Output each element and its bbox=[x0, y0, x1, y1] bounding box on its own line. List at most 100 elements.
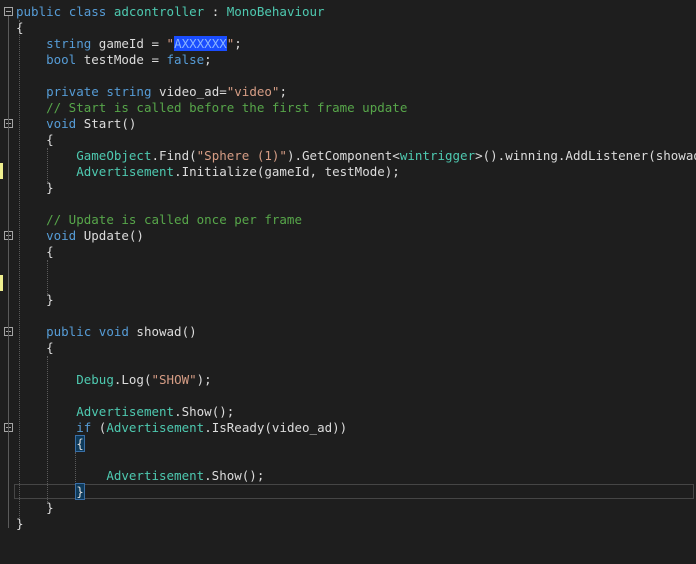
code-token: void bbox=[46, 228, 77, 243]
code-token: private bbox=[46, 84, 99, 99]
code-line[interactable]: } bbox=[16, 292, 696, 308]
code-line[interactable] bbox=[16, 276, 696, 292]
code-token: { bbox=[75, 435, 85, 452]
code-token: : bbox=[204, 4, 227, 19]
code-token: showad() bbox=[128, 324, 197, 339]
code-line[interactable]: GameObject.Find("Sphere (1)").GetCompone… bbox=[16, 148, 696, 164]
code-line[interactable]: } bbox=[16, 516, 696, 532]
code-token: Update() bbox=[76, 228, 144, 243]
code-token: "SHOW" bbox=[151, 372, 197, 387]
code-token: Advertisement bbox=[106, 468, 205, 483]
code-token: .Log( bbox=[113, 372, 152, 387]
code-token: "Sphere (1)" bbox=[196, 148, 287, 163]
redacted-text: AXXXXXX bbox=[174, 36, 227, 51]
code-line[interactable]: bool testMode = false; bbox=[16, 52, 696, 68]
code-line[interactable] bbox=[16, 388, 696, 404]
code-token: bool bbox=[46, 52, 77, 67]
code-line[interactable] bbox=[16, 452, 696, 468]
code-line[interactable]: void Start() bbox=[16, 116, 696, 132]
modified-line-marker bbox=[0, 275, 3, 291]
code-token: { bbox=[16, 340, 54, 355]
code-token: testMode = bbox=[76, 52, 167, 67]
code-token: .Find( bbox=[151, 148, 197, 163]
code-line[interactable]: Debug.Log("SHOW"); bbox=[16, 372, 696, 388]
code-line[interactable]: } bbox=[16, 180, 696, 196]
code-line[interactable]: { bbox=[16, 132, 696, 148]
code-line[interactable]: { bbox=[16, 20, 696, 36]
code-line[interactable]: // Update is called once per frame bbox=[16, 212, 696, 228]
code-token: ).GetComponent< bbox=[286, 148, 400, 163]
code-token: { bbox=[16, 132, 54, 147]
code-line[interactable]: Advertisement.Initialize(gameId, testMod… bbox=[16, 164, 696, 180]
code-token: public bbox=[16, 4, 62, 19]
code-line[interactable]: } bbox=[16, 500, 696, 516]
code-line[interactable]: } bbox=[16, 483, 696, 500]
code-token: } bbox=[16, 292, 54, 307]
code-token: adcontroller bbox=[113, 4, 205, 19]
outline-guide bbox=[8, 128, 9, 188]
code-line[interactable]: private string video_ad="video"; bbox=[16, 84, 696, 100]
code-line[interactable] bbox=[16, 308, 696, 324]
code-line[interactable]: // Start is called before the first fram… bbox=[16, 100, 696, 116]
code-token: .Initialize(gameId, testMode); bbox=[174, 164, 400, 179]
code-line[interactable]: public void showad() bbox=[16, 324, 696, 340]
code-token: } bbox=[16, 180, 54, 195]
code-line[interactable]: Advertisement.Show(); bbox=[16, 468, 696, 484]
code-editor[interactable]: public class adcontroller : MonoBehaviou… bbox=[0, 0, 696, 564]
code-token: ( bbox=[91, 420, 107, 435]
code-line[interactable]: if (Advertisement.IsReady(video_ad)) bbox=[16, 420, 696, 436]
code-token: // Start is called before the first fram… bbox=[46, 100, 408, 115]
outline-guide bbox=[8, 16, 9, 528]
code-token: .Show(); bbox=[174, 404, 235, 419]
code-token: ; bbox=[234, 36, 242, 51]
code-line[interactable]: { bbox=[16, 340, 696, 356]
code-line[interactable]: { bbox=[16, 244, 696, 260]
code-token: Advertisement bbox=[76, 164, 175, 179]
code-token: Advertisement bbox=[106, 420, 205, 435]
code-line[interactable]: void Update() bbox=[16, 228, 696, 244]
code-line[interactable] bbox=[16, 68, 696, 84]
code-token: } bbox=[16, 500, 54, 515]
code-line[interactable]: { bbox=[16, 435, 696, 452]
code-token: void bbox=[46, 116, 77, 131]
code-token: .IsReady(video_ad)) bbox=[204, 420, 348, 435]
code-token: MonoBehaviour bbox=[226, 4, 325, 19]
code-token: { bbox=[16, 20, 24, 35]
collapse-icon[interactable] bbox=[4, 7, 13, 16]
code-token: // Update is called once per frame bbox=[46, 212, 302, 227]
code-line[interactable]: string gameId = "AXXXXXX"; bbox=[16, 36, 696, 52]
code-token: string bbox=[46, 36, 92, 51]
code-token: ; bbox=[204, 52, 212, 67]
code-token: Start() bbox=[76, 116, 137, 131]
code-token: ; bbox=[279, 84, 287, 99]
code-line[interactable]: public class adcontroller : MonoBehaviou… bbox=[16, 4, 696, 20]
code-line[interactable] bbox=[16, 196, 696, 212]
modified-line-marker bbox=[0, 163, 3, 179]
code-token: >().winning.AddListener(showad); bbox=[475, 148, 696, 163]
code-line[interactable]: Advertisement.Show(); bbox=[16, 404, 696, 420]
code-token: } bbox=[75, 483, 85, 500]
code-line[interactable] bbox=[16, 356, 696, 372]
code-token: .Show(); bbox=[204, 468, 265, 483]
code-token: class bbox=[68, 4, 107, 19]
code-token: string bbox=[106, 84, 152, 99]
code-token: false bbox=[166, 52, 205, 67]
code-line[interactable] bbox=[16, 260, 696, 276]
